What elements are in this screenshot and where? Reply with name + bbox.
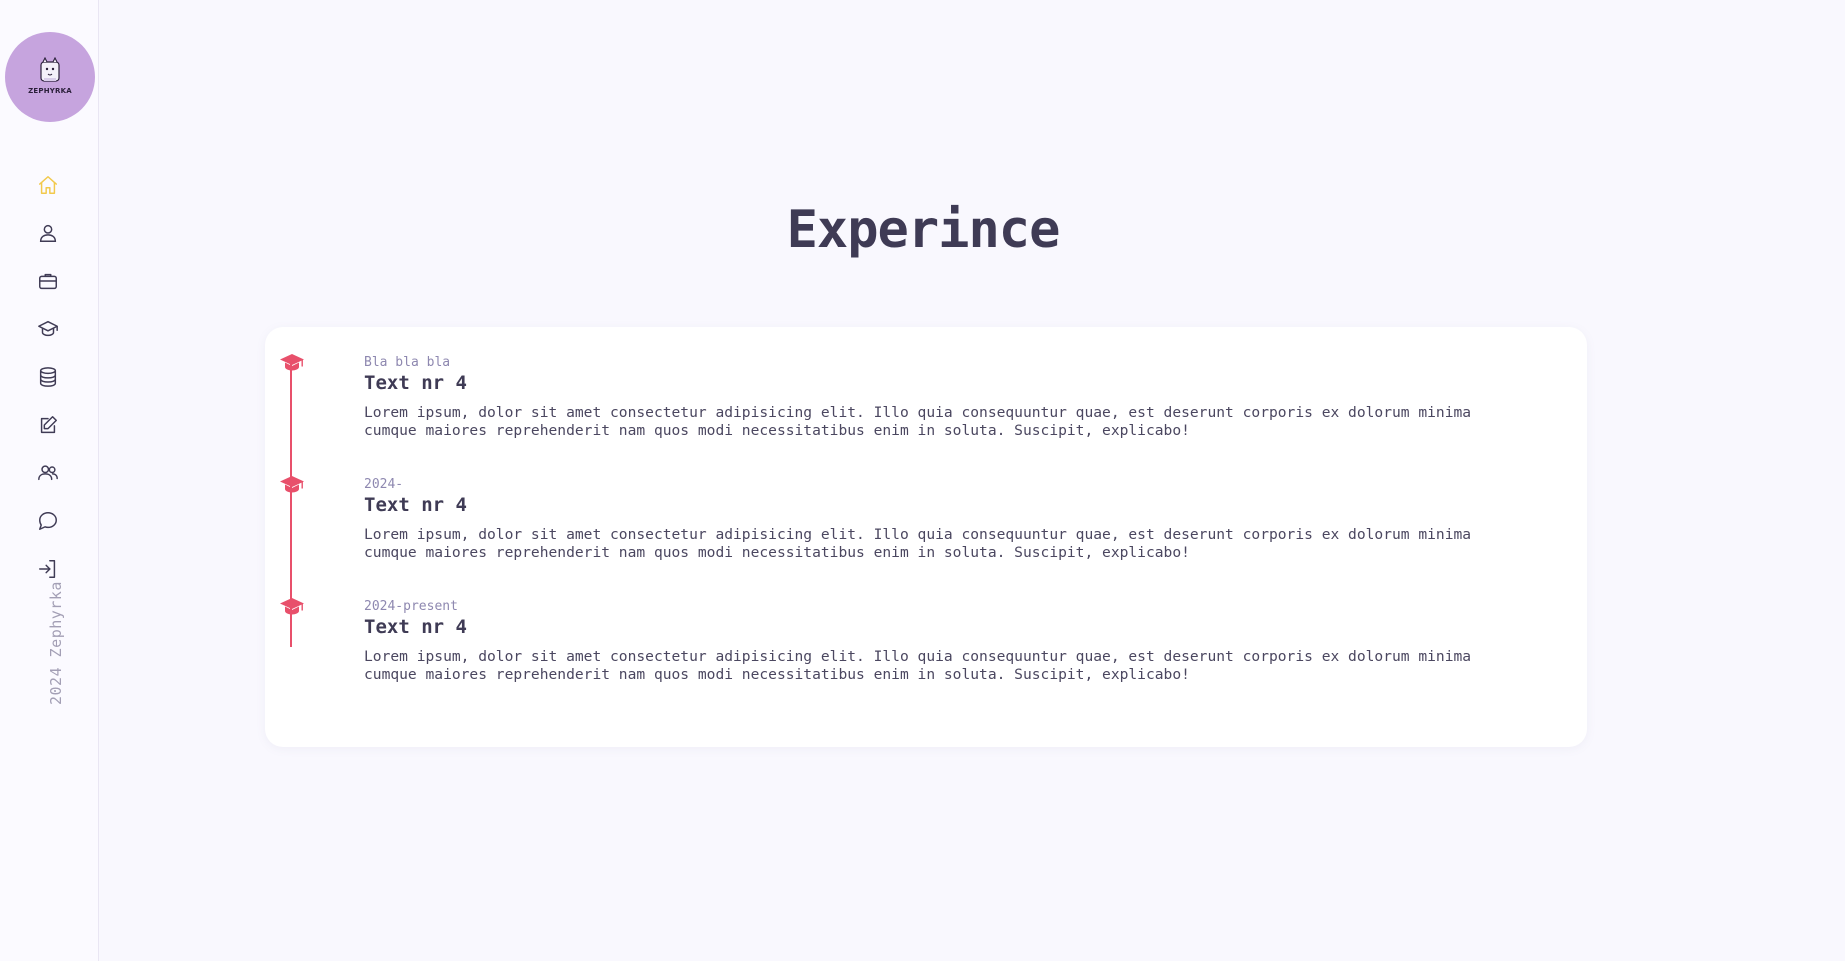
graduation-cap-icon: [38, 320, 58, 337]
entry-date: 2024-present: [364, 599, 458, 614]
login-icon: [39, 560, 56, 578]
logo[interactable]: ZEPHYRKA: [5, 32, 95, 122]
sidebar: ZEPHYRKA 2024 Zephyrka: [0, 0, 99, 961]
entry-title: Text nr 4: [364, 616, 467, 638]
nav-skills[interactable]: [34, 363, 62, 391]
home-icon: [39, 176, 57, 194]
graduation-cap-icon: [280, 597, 304, 617]
logo-text: ZEPHYRKA: [28, 87, 72, 95]
nav-about[interactable]: [34, 219, 62, 247]
graduation-cap-icon: [280, 353, 304, 373]
user-icon: [39, 224, 57, 242]
nav-experience[interactable]: [34, 267, 62, 295]
nav-education[interactable]: [34, 315, 62, 343]
entry-description: Lorem ipsum, dolor sit amet consectetur …: [364, 648, 1472, 683]
entry-date: 2024-: [364, 477, 404, 492]
chat-icon: [39, 512, 57, 530]
users-icon: [38, 465, 58, 481]
nav-blog[interactable]: [34, 411, 62, 439]
nav-contact[interactable]: [34, 507, 62, 535]
nav-home[interactable]: [34, 171, 62, 199]
nav-login[interactable]: [34, 555, 62, 583]
experience-card: Bla bla bla Text nr 4 Lorem ipsum, dolor…: [265, 327, 1587, 747]
edit-icon: [40, 416, 57, 434]
nav-team[interactable]: [34, 459, 62, 487]
entry-title: Text nr 4: [364, 494, 467, 516]
entry-description: Lorem ipsum, dolor sit amet consectetur …: [364, 404, 1472, 439]
logo-mascot-icon: [40, 57, 60, 82]
entry-title: Text nr 4: [364, 372, 467, 394]
briefcase-icon: [39, 273, 57, 290]
entry-date: Bla bla bla: [364, 355, 451, 370]
footer-copyright: 2024 Zephyrka: [47, 581, 65, 705]
page-title: Experince: [786, 200, 1061, 260]
entry-description: Lorem ipsum, dolor sit amet consectetur …: [364, 526, 1472, 561]
database-icon: [39, 367, 57, 387]
graduation-cap-icon: [280, 475, 304, 495]
